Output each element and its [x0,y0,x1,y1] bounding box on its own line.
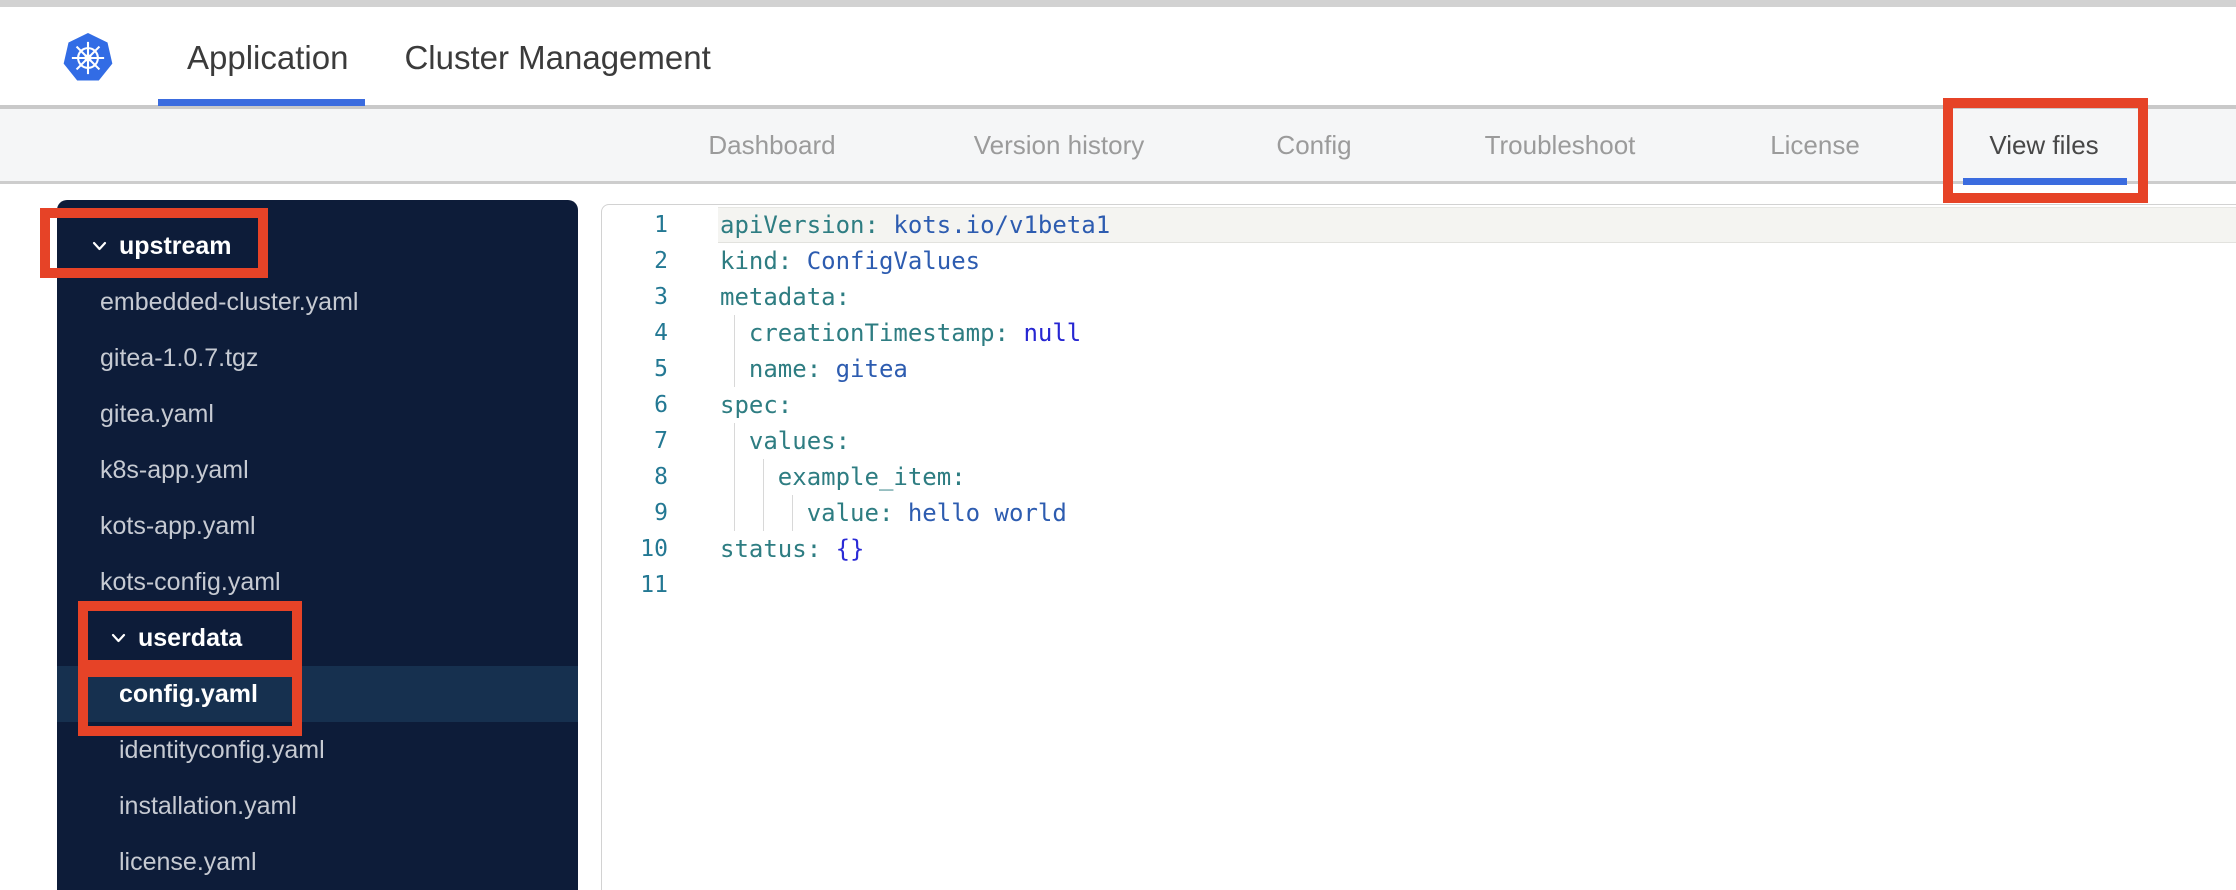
code-line-content: kind: ConfigValues [720,247,981,275]
code-line[interactable]: 5 name: gitea [602,351,2236,387]
file-tree-item-label: k8s-app.yaml [100,456,249,484]
code-lines: 1 apiVersion: kots.io/v1beta1 2 kind: Co… [602,207,2236,603]
line-number: 9 [654,500,668,526]
line-number: 6 [654,392,668,418]
line-number: 4 [654,320,668,346]
file-tree-item-label: gitea.yaml [100,400,214,428]
line-number: 2 [654,248,668,274]
file-tree-item-label: identityconfig.yaml [119,736,325,764]
code-line[interactable]: 8 example_item: [602,459,2236,495]
code-line[interactable]: 3 metadata: [602,279,2236,315]
kubernetes-logo-icon [63,33,113,81]
file-tree-item-label: license.yaml [119,848,257,876]
file-tree-item-label: gitea-1.0.7.tgz [100,344,259,372]
code-line[interactable]: 1 apiVersion: kots.io/v1beta1 [602,207,2236,243]
file-tree-item-label: config.yaml [119,680,258,708]
file-tree-item[interactable]: gitea.yaml [57,386,578,442]
file-tree-item[interactable]: embedded-cluster.yaml [57,274,578,330]
line-number: 1 [654,212,668,238]
file-tree-item-label: installation.yaml [119,792,297,820]
file-tree-item[interactable]: gitea-1.0.7.tgz [57,330,578,386]
file-tree-item-selected[interactable]: config.yaml [57,666,578,722]
code-line-content: apiVersion: kots.io/v1beta1 [720,211,1111,239]
top-tab[interactable]: Cluster Management [404,38,710,78]
line-number: 7 [654,428,668,454]
subnav-tab[interactable]: View files [1989,109,2098,181]
window-top-edge [0,0,2236,7]
subnav-tab[interactable]: License [1770,109,1860,181]
file-tree-item-label: embedded-cluster.yaml [100,288,359,316]
active-subnav-underline [1963,178,2127,185]
chevron-down-icon[interactable] [92,241,107,251]
subnav-tab[interactable]: Config [1276,109,1351,181]
code-line-content: creationTimestamp: null [748,319,1082,347]
code-line-content: values: [748,427,851,455]
code-line-content: spec: [720,391,793,419]
code-line-content: name: gitea [748,355,908,383]
file-tree-item[interactable]: installation.yaml [57,778,578,834]
line-number: 10 [640,536,668,562]
code-line[interactable]: 9 value: hello world [602,495,2236,531]
code-line[interactable]: 10 status: {} [602,531,2236,567]
file-tree-item[interactable]: userdata [57,610,578,666]
code-line[interactable]: 11 [602,567,2236,603]
code-line[interactable]: 4 creationTimestamp: null [602,315,2236,351]
subnav-tab[interactable]: Troubleshoot [1485,109,1636,181]
code-line[interactable]: 6 spec: [602,387,2236,423]
code-line[interactable]: 2 kind: ConfigValues [602,243,2236,279]
file-tree-item[interactable]: license.yaml [57,834,578,890]
chevron-down-icon[interactable] [111,633,126,643]
top-tabs: Application Cluster Management [187,38,711,78]
line-number: 5 [654,356,668,382]
active-top-tab-underline [158,99,365,106]
yaml-file-editor[interactable]: 1 apiVersion: kots.io/v1beta1 2 kind: Co… [601,204,2236,890]
file-tree-item[interactable]: kots-app.yaml [57,498,578,554]
subnav-tab[interactable]: Version history [974,109,1145,181]
line-number: 3 [654,284,668,310]
app-header: Application Cluster Management [0,7,2236,109]
subnav-tab[interactable]: Dashboard [708,109,835,181]
file-tree-item[interactable]: k8s-app.yaml [57,442,578,498]
file-tree-item[interactable]: identityconfig.yaml [57,722,578,778]
file-tree-item-label: kots-app.yaml [100,512,256,540]
code-line-content: value: hello world [806,499,1067,527]
code-line-content: example_item: [777,463,966,491]
line-number: 8 [654,464,668,490]
file-tree-item-label: kots-config.yaml [100,568,281,596]
file-tree-item-label: upstream [119,232,232,260]
file-tree-item[interactable]: upstream [57,218,578,274]
file-tree-item[interactable]: kots-config.yaml [57,554,578,610]
code-line-content: status: {} [720,535,865,563]
app-subnav: Dashboard Version history Config Troublesho… [0,109,2236,184]
kots-admin-console: Application Cluster Management Dashboard V… [0,0,2236,890]
line-number: 11 [640,572,668,598]
file-tree-sidebar: upstream embedded-cluster.yaml gitea-1.0… [57,200,578,890]
code-line[interactable]: 7 values: [602,423,2236,459]
top-tab-active[interactable]: Application [187,38,348,78]
file-tree-item-label: userdata [138,624,243,652]
code-line-content: metadata: [720,283,851,311]
